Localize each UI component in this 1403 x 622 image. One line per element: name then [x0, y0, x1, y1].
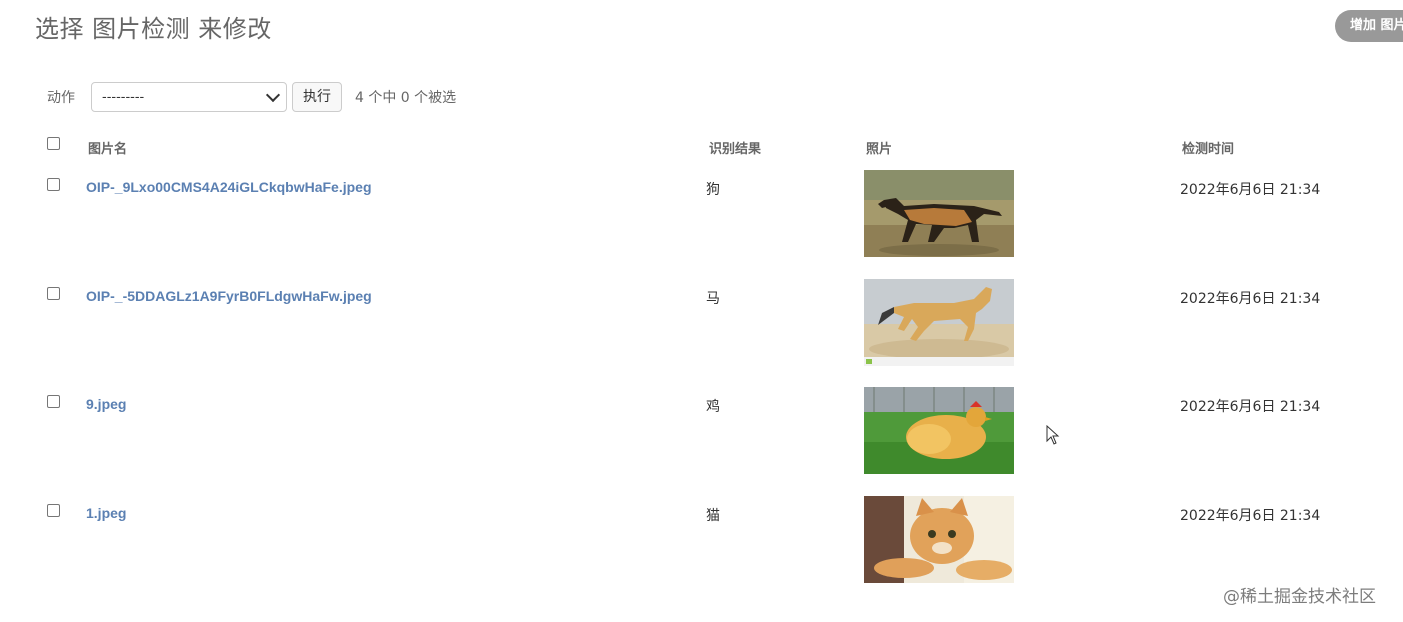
column-header-detection-time[interactable]: 检测时间 — [1182, 138, 1234, 157]
run-action-button[interactable]: 执行 — [292, 82, 342, 112]
actions-bar: 动作 --------- 执行 4 个中 0 个被选 — [47, 82, 456, 112]
page-title: 选择 图片检测 来修改 — [35, 15, 272, 43]
table-row: 1.jpeg 猫 2022年6月6日 21:34 — [0, 496, 1403, 613]
watermark-text: @稀土掘金技术社区 — [1223, 587, 1376, 607]
add-image-detection-button[interactable]: 增加 图片检测 — [1335, 10, 1403, 42]
table-row: OIP-_-5DDAGLz1A9FyrB0FLdgwHaFw.jpeg 马 20… — [0, 279, 1403, 396]
filename-link[interactable]: 9.jpeg — [86, 396, 126, 412]
column-header-filename[interactable]: 图片名 — [88, 138, 127, 157]
column-header-result[interactable]: 识别结果 — [709, 138, 761, 157]
cat-photo — [864, 496, 1014, 583]
action-select[interactable]: --------- — [91, 82, 287, 112]
chicken-photo — [864, 387, 1014, 474]
horse-photo — [864, 279, 1014, 366]
column-header-photo: 照片 — [866, 142, 893, 157]
filename-link[interactable]: 1.jpeg — [86, 505, 126, 521]
result-text: 鸡 — [706, 399, 720, 415]
row-checkbox[interactable] — [47, 504, 60, 517]
table-row: OIP-_9Lxo00CMS4A24iGLCkqbwHaFe.jpeg 狗 20… — [0, 170, 1403, 287]
selection-counter: 4 个中 0 个被选 — [355, 90, 457, 106]
filename-link[interactable]: OIP-_9Lxo00CMS4A24iGLCkqbwHaFe.jpeg — [86, 179, 372, 195]
detection-time: 2022年6月6日 21:34 — [1180, 399, 1321, 415]
mouse-cursor-icon — [1046, 424, 1060, 450]
result-text: 马 — [706, 291, 720, 307]
result-text: 猫 — [706, 508, 720, 524]
row-checkbox[interactable] — [47, 178, 60, 191]
row-checkbox[interactable] — [47, 287, 60, 300]
detection-time: 2022年6月6日 21:34 — [1180, 291, 1321, 307]
row-checkbox[interactable] — [47, 395, 60, 408]
action-select-value: --------- — [102, 89, 145, 105]
detection-time: 2022年6月6日 21:34 — [1180, 182, 1321, 198]
select-all-checkbox[interactable] — [47, 137, 60, 150]
filename-link[interactable]: OIP-_-5DDAGLz1A9FyrB0FLdgwHaFw.jpeg — [86, 288, 372, 304]
chevron-down-icon — [265, 87, 281, 102]
result-text: 狗 — [706, 182, 720, 198]
detection-time: 2022年6月6日 21:34 — [1180, 508, 1321, 524]
actions-label: 动作 — [47, 90, 75, 106]
dog-photo — [864, 170, 1014, 257]
table-row: 9.jpeg 鸡 2022年6月6日 21:34 — [0, 387, 1403, 504]
